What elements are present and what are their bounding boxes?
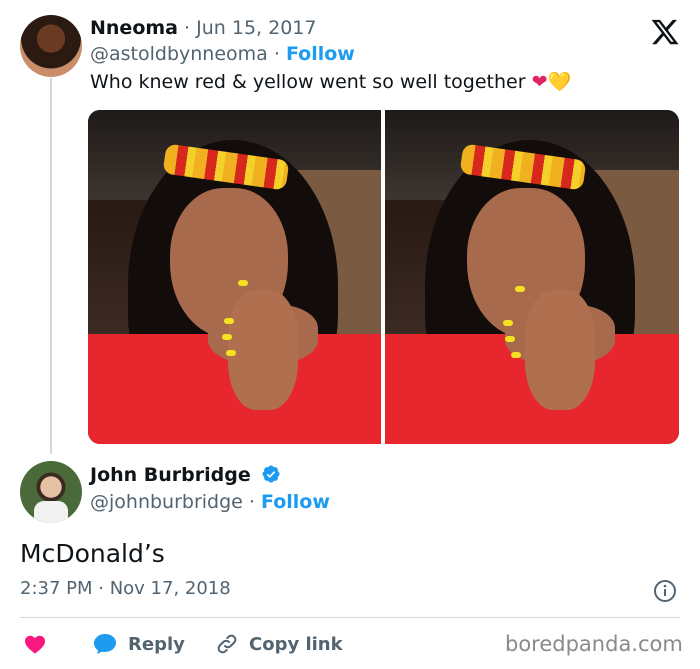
info-icon[interactable] (653, 579, 677, 603)
reply-author-handle[interactable]: @johnburbridge (90, 491, 243, 513)
tweet-date[interactable]: · Jun 15, 2017 (184, 17, 316, 39)
reply-bubble-icon (94, 634, 116, 654)
copy-link-label: Copy link (249, 633, 343, 655)
reply-handle-line: @johnburbridge · Follow (90, 491, 330, 513)
separator: · (273, 43, 280, 65)
reply-timestamp[interactable]: 2:37 PM · Nov 17, 2018 (20, 578, 231, 599)
like-button[interactable] (23, 632, 47, 656)
reply-header: John Burbridge (90, 464, 281, 486)
avatar-nneoma[interactable] (20, 15, 82, 77)
copy-link-button[interactable]: Copy link (215, 632, 343, 656)
tweet-text: Who knew red & yellow went so well toget… (90, 70, 571, 93)
reply-author-name[interactable]: John Burbridge (90, 464, 251, 486)
tweet-text-content: Who knew red & yellow went so well toget… (90, 71, 526, 93)
follow-button[interactable]: Follow (261, 491, 330, 513)
tweet-photo-2[interactable] (385, 110, 679, 444)
heart-icon (25, 635, 45, 654)
author-handle-line: @astoldbynneoma · Follow (90, 43, 355, 65)
watermark: boredpanda.com (505, 632, 683, 656)
reply-text: McDonald’s (20, 539, 165, 568)
follow-button[interactable]: Follow (286, 43, 355, 65)
x-logo-icon[interactable] (650, 17, 680, 47)
reply-label: Reply (128, 633, 185, 655)
tweet-header: Nneoma · Jun 15, 2017 (90, 17, 316, 39)
reply-button[interactable]: Reply (92, 632, 185, 656)
red-heart-emoji: ❤ (531, 71, 548, 93)
author-name[interactable]: Nneoma (90, 17, 178, 39)
thread-line (50, 78, 52, 454)
yellow-heart-emoji: 💛 (547, 71, 572, 93)
verified-badge-icon (262, 465, 280, 483)
link-icon (217, 634, 237, 654)
author-handle[interactable]: @astoldbynneoma (90, 43, 268, 65)
tweet-photo-1[interactable] (88, 110, 381, 444)
separator: · (248, 491, 255, 513)
divider (20, 617, 680, 618)
avatar-john-burbridge[interactable] (20, 461, 82, 523)
